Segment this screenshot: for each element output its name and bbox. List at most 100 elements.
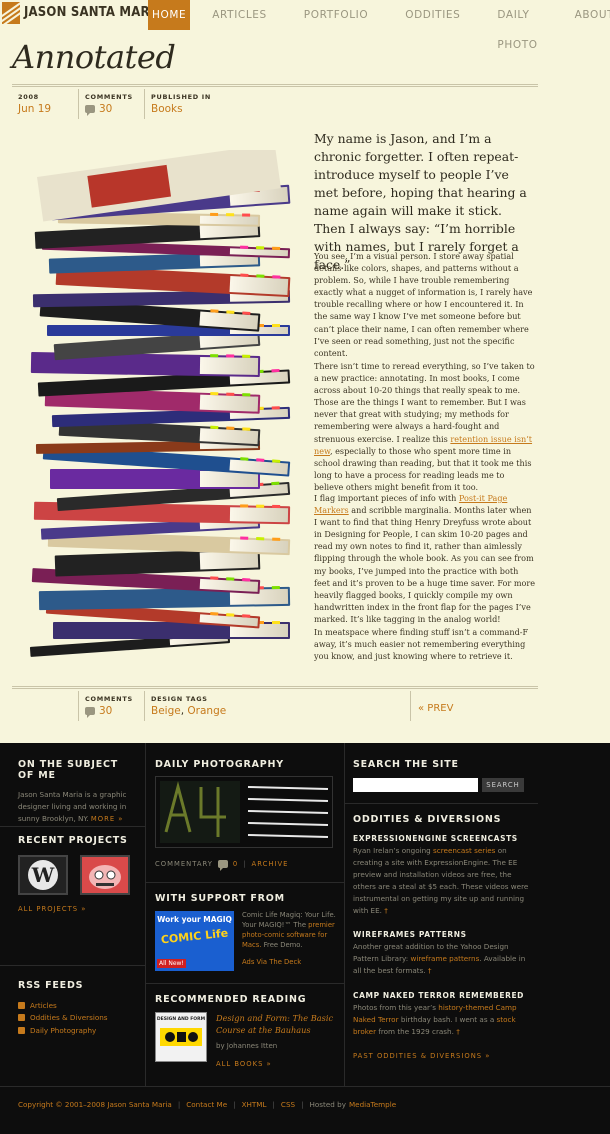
article-paragraph: I flag important pieces of info with Pos…: [314, 493, 536, 624]
photo-archive-link[interactable]: ARCHIVE: [252, 860, 289, 868]
about-more-link[interactable]: MORE »: [91, 815, 124, 823]
comments-count[interactable]: 30: [99, 705, 112, 717]
nav-daily-photo[interactable]: DAILY PHOTO: [493, 0, 541, 51]
book-cover[interactable]: DESIGN AND FORM: [155, 1012, 207, 1062]
book-title-link[interactable]: Design and Form: The Basic Course at the…: [216, 1012, 336, 1036]
article-meta: 2008 Jun 19 COMMENTS 30 PUBLISHED IN Boo…: [12, 89, 538, 119]
project-character-thumb[interactable]: [80, 855, 130, 895]
screencast-link[interactable]: screencast series: [433, 846, 495, 855]
rss-heading: RSS FEEDS: [18, 980, 84, 991]
oddity-item: EXPRESSIONENGINE SCREENCASTS Ryan Irelan…: [353, 834, 533, 917]
permalink-icon[interactable]: †: [456, 1027, 460, 1036]
post-date: 2008 Jun 19: [12, 89, 78, 119]
oddities-section: ODDITIES & DIVERSIONS: [353, 814, 533, 825]
comments-count[interactable]: 30: [99, 103, 112, 115]
oddities-heading: ODDITIES & DIVERSIONS: [353, 814, 502, 825]
character-icon: [82, 857, 128, 893]
comment-icon: [85, 707, 95, 718]
xhtml-link[interactable]: XHTML: [242, 1100, 267, 1109]
oddity-item: WIREFRAMES PATTERNS Another great additi…: [353, 930, 533, 977]
oddity-title[interactable]: WIREFRAMES PATTERNS: [353, 930, 533, 939]
rss-articles[interactable]: Articles: [18, 999, 138, 1012]
all-projects-link[interactable]: ALL PROJECTS »: [18, 905, 86, 913]
site-logo[interactable]: JASON SANTA MARIA: [0, 0, 163, 26]
support-heading: WITH SUPPORT FROM: [155, 893, 285, 904]
daily-photo-heading: DAILY PHOTOGRAPHY: [155, 759, 284, 770]
rss-oddities[interactable]: Oddities & Diversions: [18, 1012, 138, 1025]
nav-oddities[interactable]: ODDITIES: [401, 0, 464, 30]
comments-block[interactable]: COMMENTS 30: [78, 691, 144, 721]
oddity-title[interactable]: EXPRESSIONENGINE SCREENCASTS: [353, 834, 533, 843]
rss-icon: [18, 1014, 25, 1022]
book-info: Design and Form: The Basic Course at the…: [216, 1012, 336, 1052]
tag-orange[interactable]: Orange: [187, 705, 226, 717]
comments-label: COMMENTS: [85, 93, 133, 101]
ad-headline: Work your MAGIQ: [157, 915, 232, 924]
ad-logo: COMIC Life: [160, 926, 229, 947]
article-paragraph: You see, I’m a visual person. I store aw…: [314, 251, 533, 358]
published-category[interactable]: Books: [151, 103, 264, 115]
book-stack-photo: [29, 150, 291, 657]
comment-icon: [85, 105, 95, 116]
divider: [12, 84, 538, 87]
rss-photography[interactable]: Daily Photography: [18, 1024, 138, 1037]
permalink-icon[interactable]: †: [428, 966, 432, 975]
site-title[interactable]: JASON SANTA MARIA: [24, 0, 163, 26]
ad-text: Comic Life Magiq: Your Life. Your MAGIQ!…: [242, 911, 337, 967]
comments-label: COMMENTS: [85, 695, 133, 703]
wordpress-icon: W: [20, 857, 66, 893]
nav-portfolio[interactable]: PORTFOLIO: [300, 0, 372, 30]
book-author: by Johannes Itten: [216, 1042, 278, 1050]
commentary-label: COMMENTARY: [155, 860, 213, 868]
contact-link[interactable]: Contact Me: [186, 1100, 227, 1109]
published-block: PUBLISHED IN Books: [144, 89, 264, 119]
divider: [12, 686, 538, 689]
logo-icon: [2, 2, 20, 24]
search-section: SEARCH THE SITE: [353, 759, 459, 770]
nav-about[interactable]: ABOUT: [571, 0, 610, 30]
about-section: ON THE SUBJECT OF ME Jason Santa Maria i…: [18, 759, 138, 825]
rss-section: RSS FEEDS Articles Oddities & Diversions…: [18, 980, 138, 1037]
post-year: 2008: [18, 93, 39, 101]
all-books-link[interactable]: ALL BOOKS »: [216, 1060, 272, 1068]
article-footer-meta: COMMENTS 30 DESIGN TAGS Beige, Orange: [12, 691, 538, 721]
article-paragraph: In meatspace where finding stuff isn’t a…: [314, 627, 529, 662]
daily-photo-section: DAILY PHOTOGRAPHY: [155, 759, 335, 770]
post-day: Jun 19: [18, 103, 52, 115]
comic-life-ad[interactable]: Work your MAGIQ COMIC Life All New!: [155, 911, 234, 971]
past-oddities-link[interactable]: PAST ODDITIES & DIVERSIONS »: [353, 1052, 490, 1060]
reading-heading: RECOMMENDED READING: [155, 994, 307, 1005]
article-paragraph: There isn’t time to reread everything, s…: [314, 361, 535, 492]
permalink-icon[interactable]: †: [384, 906, 388, 915]
projects-section: RECENT PROJECTS: [18, 835, 138, 846]
rss-icon: [18, 1001, 25, 1009]
nav-articles[interactable]: ARTICLES: [208, 0, 271, 30]
ad-badge: All New!: [157, 959, 186, 968]
book-cover-art: [160, 1028, 202, 1046]
tag-beige[interactable]: Beige: [151, 705, 181, 717]
daily-photo-image[interactable]: [155, 776, 333, 848]
photo-comments-count[interactable]: 0: [233, 860, 238, 868]
project-wordpress-thumb[interactable]: W: [18, 855, 68, 895]
search-input[interactable]: [353, 778, 478, 792]
comments-block[interactable]: COMMENTS 30: [78, 89, 144, 119]
projects-heading: RECENT PROJECTS: [18, 835, 128, 846]
comment-icon: [217, 860, 228, 871]
search-heading: SEARCH THE SITE: [353, 759, 459, 770]
page-title: Annotated: [12, 38, 176, 76]
photo-meta: COMMENTARY 0 | ARCHIVE: [155, 860, 289, 871]
host-link[interactable]: MediaTemple: [349, 1100, 396, 1109]
nav-home[interactable]: HOME: [148, 0, 191, 30]
ad-via-link[interactable]: Ads Via The Deck: [242, 957, 337, 967]
search-button[interactable]: SEARCH: [482, 778, 524, 792]
prev-link[interactable]: « PREV: [418, 703, 453, 714]
support-section: WITH SUPPORT FROM: [155, 893, 335, 904]
oddity-title[interactable]: CAMP NAKED TERROR REMEMBERED: [353, 991, 533, 1000]
wireframe-link[interactable]: wireframe patterns: [410, 954, 479, 963]
tags-label: DESIGN TAGS: [151, 695, 208, 703]
published-label: PUBLISHED IN: [151, 93, 212, 101]
copyright-bar: Copyright © 2001–2008 Jason Santa Maria …: [18, 1100, 397, 1109]
site-header: JASON SANTA MARIA HOME ARTICLES PORTFOLI…: [0, 0, 610, 51]
css-link[interactable]: CSS: [281, 1100, 295, 1109]
svg-text:W: W: [31, 863, 55, 887]
